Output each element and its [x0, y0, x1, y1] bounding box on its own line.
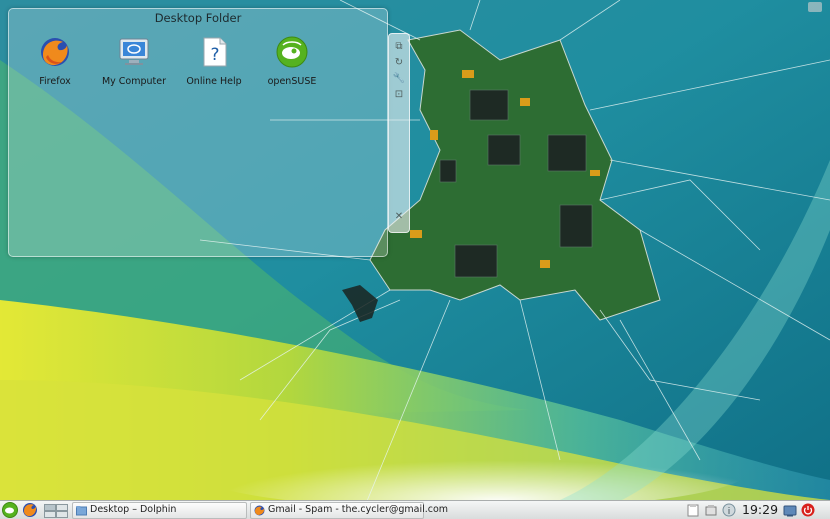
desktop-icon-label: Online Help [186, 76, 242, 87]
shutdown-icon[interactable] [801, 503, 815, 517]
desktop-icon-label: My Computer [101, 76, 167, 87]
firefox-icon [41, 38, 69, 66]
computer-icon [119, 38, 149, 65]
clock[interactable]: 19:29 [742, 502, 778, 517]
task-label: Desktop – Dolphin [90, 504, 177, 515]
desktop-icon-online-help[interactable]: ? Online Help [174, 35, 254, 87]
desktop-icon-opensuse[interactable]: openSUSE [252, 35, 332, 87]
folder-icon [76, 506, 87, 516]
firefox-icon [254, 505, 265, 516]
kickoff-menu-icon[interactable] [1, 501, 19, 519]
taskbar-panel: Desktop – Dolphin Gmail - Spam - the.cyc… [0, 500, 830, 519]
info-icon[interactable]: i [722, 503, 736, 517]
settings-icon[interactable]: 🔧 [392, 72, 406, 86]
desktop-icon-firefox[interactable]: Firefox [15, 35, 95, 87]
desktop-pager[interactable] [44, 501, 68, 519]
task-dolphin[interactable]: Desktop – Dolphin [72, 502, 247, 519]
folder-title: Desktop Folder [154, 11, 242, 25]
desktop-icon-label: openSUSE [267, 76, 317, 87]
configure-icon[interactable]: ⊡ [392, 88, 406, 102]
desktop-icon-my-computer[interactable]: My Computer [94, 35, 174, 87]
rotate-icon[interactable]: ↻ [392, 56, 406, 70]
clipboard-icon[interactable] [686, 503, 700, 517]
firefox-launcher-icon[interactable] [21, 501, 39, 519]
desktop-folder-widget: Desktop Folder Firefox My Computer ? Onl… [8, 8, 388, 257]
svg-text:i: i [728, 507, 731, 517]
lock-screen-icon[interactable] [783, 503, 797, 517]
opensuse-icon [276, 36, 308, 68]
close-icon[interactable]: ✕ [392, 210, 406, 224]
removable-device-icon[interactable] [704, 503, 718, 517]
task-label: Gmail - Spam - the.cycler@gmail.com [268, 504, 449, 515]
widget-handle[interactable]: ⧉ ↻ 🔧 ⊡ ✕ [388, 33, 410, 233]
help-icon: ? [203, 37, 227, 67]
svg-text:?: ? [210, 45, 219, 65]
resize-icon[interactable]: ⧉ [392, 40, 406, 54]
task-gmail[interactable]: Gmail - Spam - the.cycler@gmail.com [250, 502, 448, 519]
desktop-icon-label: Firefox [39, 76, 71, 87]
